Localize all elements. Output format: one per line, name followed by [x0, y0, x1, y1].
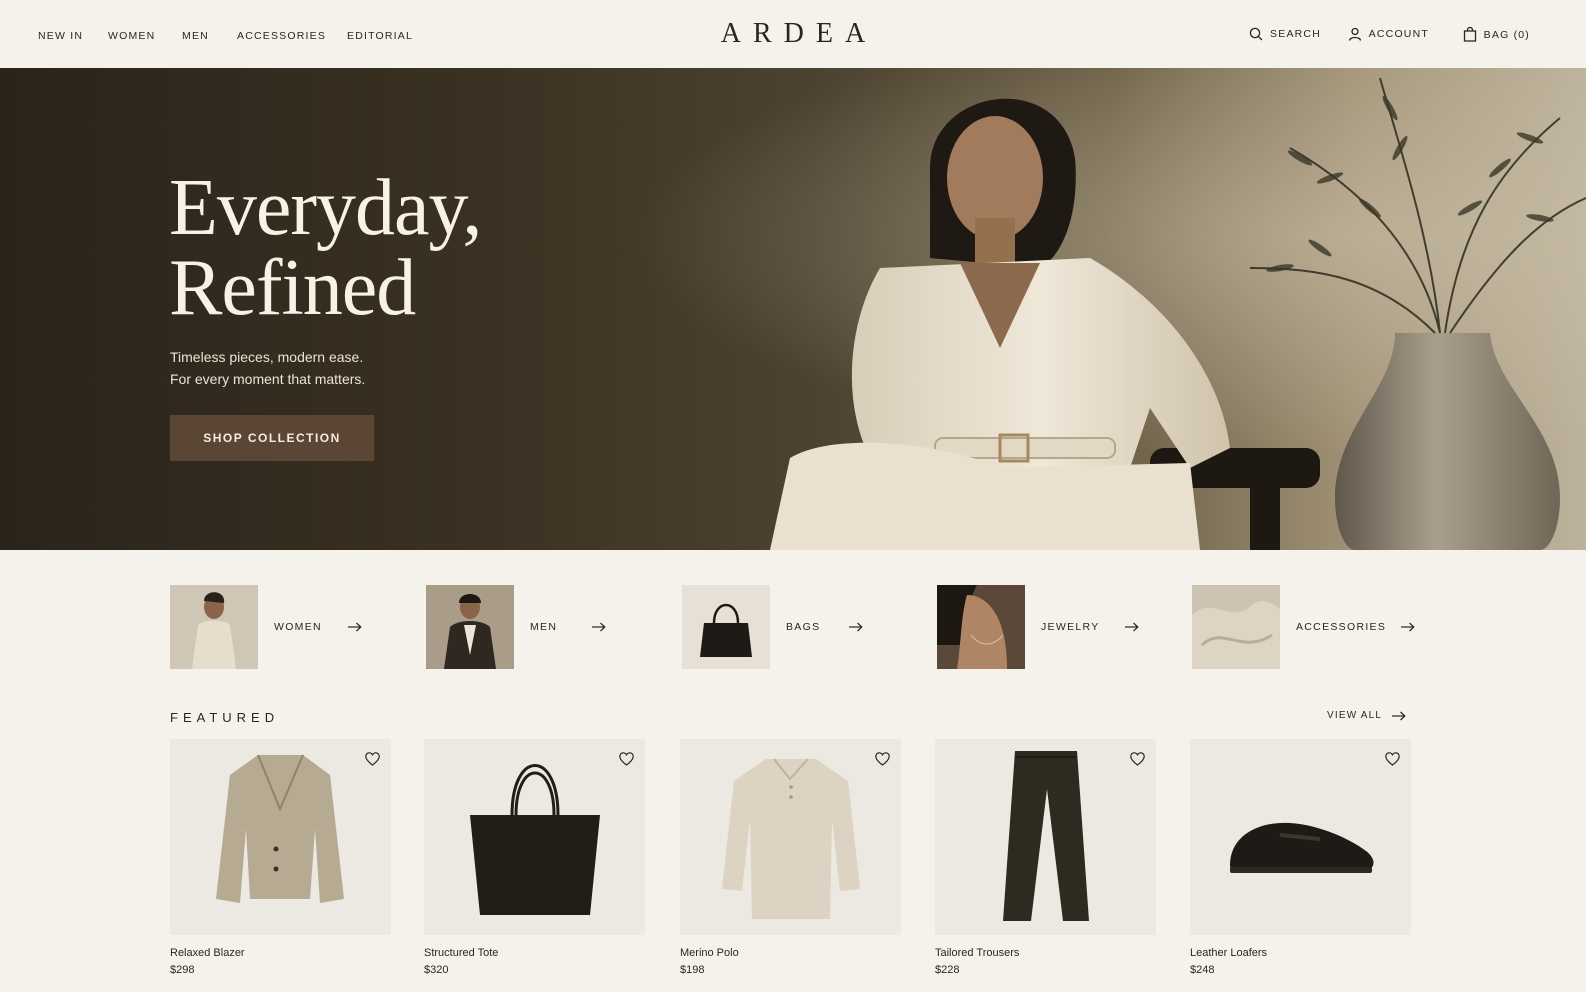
bag-button[interactable]: BAG (0): [1463, 27, 1530, 42]
tote-image: [470, 764, 600, 915]
heart-icon[interactable]: [365, 752, 380, 766]
category-accessories[interactable]: ACCESSORIES: [1192, 585, 1415, 669]
arrow-right-icon: [592, 622, 606, 632]
product-image[interactable]: [1190, 739, 1411, 935]
heart-icon[interactable]: [875, 752, 890, 766]
hero-title-line2: Refined: [169, 244, 416, 332]
product-card: Structured Tote $320: [424, 739, 645, 976]
category-women[interactable]: WOMEN: [170, 585, 362, 669]
product-name[interactable]: Structured Tote: [424, 947, 645, 959]
product-card: Leather Loafers $248: [1190, 739, 1411, 976]
hero-title: Everyday, Refined: [169, 164, 482, 332]
featured-heading: FEATURED: [170, 710, 280, 725]
product-name[interactable]: Relaxed Blazer: [170, 947, 391, 959]
arrow-right-icon: [1401, 622, 1415, 632]
search-label: SEARCH: [1270, 28, 1321, 40]
product-name[interactable]: Merino Polo: [680, 947, 901, 959]
product-image[interactable]: [680, 739, 901, 935]
product-price: $320: [424, 964, 449, 976]
heart-icon[interactable]: [619, 752, 634, 766]
product-price: $228: [935, 964, 960, 976]
polo-image: [722, 758, 860, 919]
product-card: Tailored Trousers $228: [935, 739, 1156, 976]
arrow-right-icon: [348, 622, 362, 632]
shop-collection-button[interactable]: SHOP COLLECTION: [170, 415, 374, 461]
arrow-right-icon: [1125, 622, 1139, 632]
category-accessories-label: ACCESSORIES: [1296, 621, 1387, 633]
account-button[interactable]: ACCOUNT: [1348, 27, 1429, 41]
search-icon: [1249, 27, 1263, 41]
hero-subtitle-line2: For every moment that matters.: [170, 371, 366, 387]
category-bags-label: BAGS: [786, 621, 821, 633]
heart-icon[interactable]: [1130, 752, 1145, 766]
category-women-label: WOMEN: [274, 621, 322, 633]
category-bags[interactable]: BAGS: [682, 585, 863, 669]
hero-subtitle-line1: Timeless pieces, modern ease.: [170, 349, 364, 365]
bag-label: BAG (0): [1483, 28, 1530, 41]
loafers-image: [1230, 822, 1374, 873]
search-button[interactable]: SEARCH: [1249, 27, 1321, 41]
site-header: NEW IN WOMEN MEN ACCESSORIES EDITORIAL A…: [0, 0, 1586, 68]
product-name[interactable]: Leather Loafers: [1190, 947, 1411, 959]
product-price: $248: [1190, 964, 1215, 976]
product-card: Relaxed Blazer $298: [170, 739, 391, 976]
product-image[interactable]: [424, 739, 645, 935]
user-icon: [1348, 27, 1361, 41]
category-men-label: MEN: [530, 621, 558, 633]
category-men[interactable]: MEN: [426, 585, 606, 669]
category-women-image: [170, 585, 258, 669]
view-all-link[interactable]: VIEW ALL: [1327, 710, 1406, 721]
hero-subtitle: Timeless pieces, modern ease. For every …: [170, 346, 365, 390]
product-image[interactable]: [935, 739, 1156, 935]
category-jewelry-image: [937, 585, 1025, 669]
trousers-image: [1003, 751, 1089, 921]
product-price: $298: [170, 964, 195, 976]
product-image[interactable]: [170, 739, 391, 935]
heart-icon[interactable]: [1385, 752, 1400, 766]
category-jewelry[interactable]: JEWELRY: [937, 585, 1139, 669]
hero-title-line1: Everyday,: [169, 164, 482, 252]
product-name[interactable]: Tailored Trousers: [935, 947, 1156, 959]
hero-banner: Everyday, Refined Timeless pieces, moder…: [0, 68, 1586, 550]
arrow-right-icon: [1392, 711, 1406, 720]
product-price: $198: [680, 964, 705, 976]
product-card: Merino Polo $198: [680, 739, 901, 976]
arrow-right-icon: [849, 622, 863, 632]
category-men-image: [426, 585, 514, 669]
category-bags-image: [682, 585, 770, 669]
view-all-label: VIEW ALL: [1327, 710, 1383, 721]
category-accessories-image: [1192, 585, 1280, 669]
account-label: ACCOUNT: [1368, 28, 1429, 40]
bag-icon: [1463, 27, 1476, 42]
category-jewelry-label: JEWELRY: [1041, 621, 1100, 633]
blazer-image: [216, 754, 344, 903]
